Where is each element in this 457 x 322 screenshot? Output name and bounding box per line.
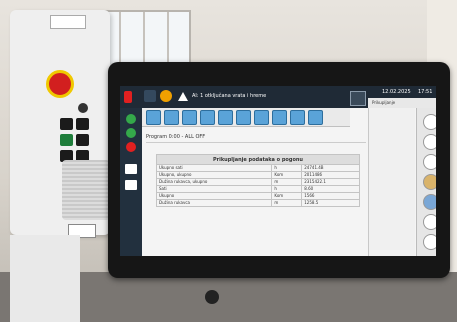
table-title: Prikupljanje podataka o pogonu: [156, 154, 360, 165]
control-button[interactable]: [423, 114, 436, 130]
row-unit: Kom: [271, 171, 303, 179]
status-bar: Al: 1 otključana vrata i hreme 12.02.202…: [120, 86, 436, 108]
row-value: 1566: [301, 192, 360, 200]
time-readout: 17:51: [418, 89, 433, 95]
right-controls: [416, 108, 436, 256]
emergency-stop-button[interactable]: [46, 70, 74, 98]
row-value: 24741.4B: [301, 164, 360, 172]
push-button[interactable]: [76, 134, 89, 146]
key-switch[interactable]: [78, 103, 88, 113]
tool-button[interactable]: [182, 110, 197, 125]
tool-button[interactable]: [146, 110, 161, 125]
home-icon[interactable]: [144, 90, 156, 102]
row-unit: m: [271, 199, 303, 207]
tool-button[interactable]: [290, 110, 305, 125]
control-button[interactable]: [423, 154, 436, 170]
toolbar: [142, 108, 350, 127]
row-unit: h: [271, 185, 303, 193]
row-value: 2315422.1: [301, 178, 360, 186]
alert-message: Al: 1 otključana vrata i hreme: [192, 93, 267, 99]
hmi-screen: Al: 1 otključana vrata i hreme 12.02.202…: [120, 86, 436, 256]
tab-active[interactable]: Prikupljanje: [368, 98, 436, 108]
row-label: Dužina rukavca, ukupno: [155, 178, 273, 186]
settings-icon[interactable]: [160, 90, 172, 102]
row-label: Sati: [155, 185, 273, 193]
table-row: Dužina rukavca, ukupno m 2315422.1: [155, 178, 360, 186]
support-pillar: [10, 235, 80, 322]
tool-button[interactable]: [236, 110, 251, 125]
window-mullion: [167, 12, 169, 66]
window-mullion: [119, 12, 121, 66]
table-row: Sati h 8.60: [155, 185, 360, 193]
date-readout: 12.02.2025: [382, 89, 411, 95]
tool-button[interactable]: [200, 110, 215, 125]
control-button[interactable]: [423, 214, 436, 230]
tool-button[interactable]: [254, 110, 269, 125]
push-button[interactable]: [76, 118, 89, 130]
row-value: 1258.5: [301, 199, 360, 207]
tool-button[interactable]: [218, 110, 233, 125]
table-row: Ukupno, ukupno Kom 2011486: [155, 171, 360, 179]
nav-green-icon[interactable]: [126, 114, 136, 124]
table-row: Ukupno sati h 24741.4B: [155, 164, 360, 172]
table-row: Dužina rukavca m 1258.5: [155, 199, 360, 207]
status-light-icon: [124, 91, 132, 103]
row-label: Dužina rukavca: [155, 199, 273, 207]
row-unit: h: [271, 164, 303, 172]
speaker-grille: [62, 160, 110, 220]
row-unit: Kom: [271, 192, 303, 200]
control-button[interactable]: [423, 174, 436, 190]
window-mullion: [143, 12, 145, 66]
nav-red-icon[interactable]: [126, 142, 136, 152]
left-nav: [120, 108, 142, 256]
row-value: 2011486: [301, 171, 360, 179]
side-panel: [368, 108, 415, 256]
warning-icon: [178, 92, 188, 101]
table-row: Ukupno Kom 1566: [155, 192, 360, 200]
control-button[interactable]: [423, 234, 436, 250]
push-button[interactable]: [60, 118, 73, 130]
nav-edit-icon[interactable]: [125, 164, 137, 174]
row-value: 8.60: [301, 185, 360, 193]
tool-button[interactable]: [164, 110, 179, 125]
control-button[interactable]: [423, 134, 436, 150]
nav-tool-icon[interactable]: [125, 180, 137, 190]
nav-green-icon[interactable]: [126, 128, 136, 138]
row-label: Ukupno: [155, 192, 273, 200]
tool-button[interactable]: [308, 110, 323, 125]
row-label: Ukupno sati: [155, 164, 273, 172]
program-status: Program 0:00 - ALL OFF: [146, 132, 366, 143]
control-column: [10, 10, 110, 238]
control-button[interactable]: [423, 194, 436, 210]
mount-knob: [205, 290, 219, 304]
data-table: Prikupljanje podataka o pogonu Ukupno sa…: [155, 154, 360, 207]
keyboard-icon[interactable]: [350, 91, 366, 106]
brand-plate: [50, 15, 86, 29]
tool-button[interactable]: [272, 110, 287, 125]
row-label: Ukupno, ukupno: [155, 171, 273, 179]
row-unit: m: [271, 178, 303, 186]
touch-panel-bezel: Al: 1 otključana vrata i hreme 12.02.202…: [108, 62, 450, 278]
start-button[interactable]: [60, 134, 73, 146]
